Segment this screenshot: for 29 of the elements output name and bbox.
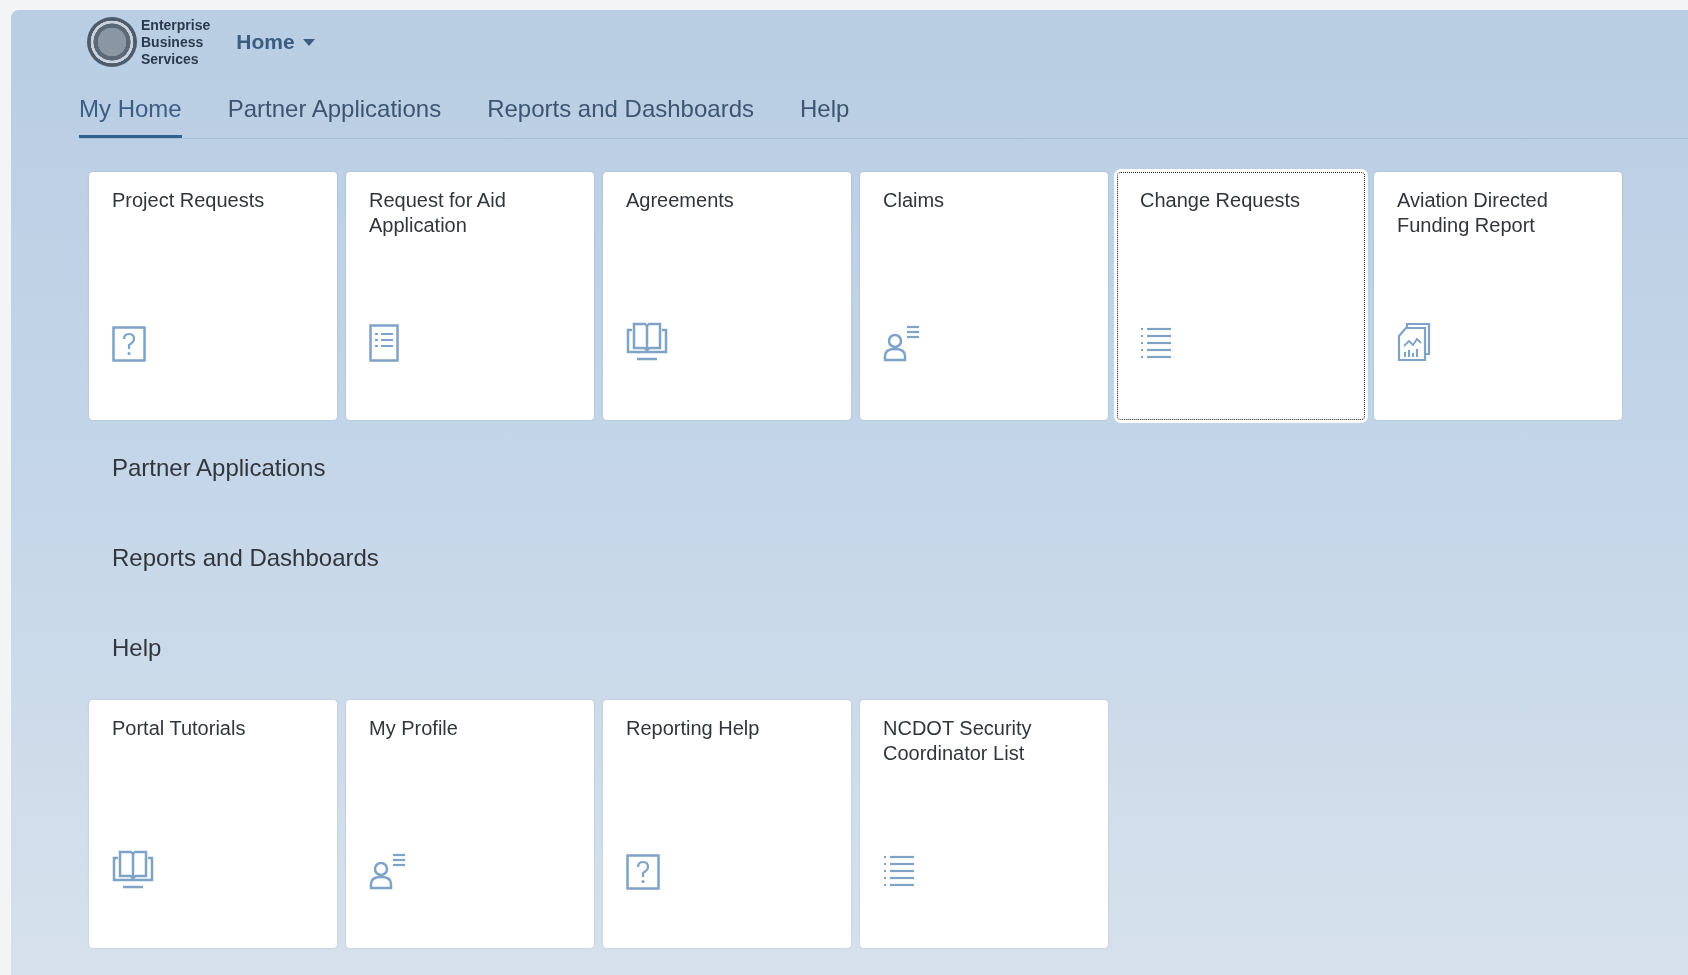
- app-tile[interactable]: Portal Tutorials: [89, 700, 337, 948]
- book-icon: [112, 850, 154, 890]
- app-tile[interactable]: Claims: [860, 172, 1108, 420]
- nav-tab[interactable]: Partner Applications: [227, 72, 442, 138]
- home-menu-button[interactable]: Home: [236, 30, 315, 54]
- nav-tab[interactable]: Reports and Dashboards: [487, 72, 754, 138]
- group-title: Help: [111, 633, 163, 663]
- person-icon: [369, 852, 407, 890]
- app-tile[interactable]: Reporting Help: [603, 700, 851, 948]
- question-icon: [112, 326, 146, 362]
- question-icon: [626, 854, 660, 890]
- app-tile[interactable]: NCDOT Security Coordinator List: [860, 700, 1108, 948]
- app-tile[interactable]: Project Requests: [89, 172, 337, 420]
- document-icon: [369, 324, 399, 362]
- book-icon: [626, 322, 668, 362]
- seal-logo: [87, 17, 137, 67]
- app-tile[interactable]: Agreements: [603, 172, 851, 420]
- nav-tab[interactable]: My Home: [79, 72, 182, 138]
- group-title: Partner Applications: [111, 453, 327, 483]
- caret-icon: [302, 38, 315, 46]
- app-tile[interactable]: Change Requests: [1117, 172, 1365, 420]
- person-icon: [883, 324, 921, 362]
- report-icon: [1397, 322, 1431, 362]
- app-tile[interactable]: Aviation Directed Funding Report: [1374, 172, 1622, 420]
- nav-tab[interactable]: Help: [800, 72, 850, 138]
- group-title: Reports and Dashboards: [111, 543, 380, 573]
- app-tile[interactable]: My Profile: [346, 700, 594, 948]
- logo-text: Enterprise Business Services: [141, 16, 211, 68]
- app-tile[interactable]: Request for Aid Application: [346, 172, 594, 420]
